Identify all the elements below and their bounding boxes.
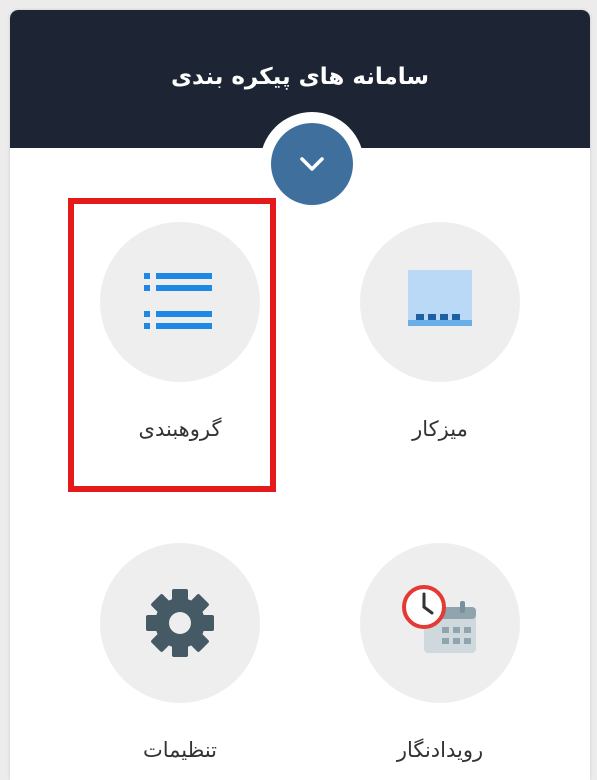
tile-grouping[interactable]: گروهبندی (80, 222, 280, 452)
tile-grouping-label: گروهبندی (138, 417, 222, 441)
tile-event-log-circle (360, 543, 520, 703)
tile-grouping-circle (100, 222, 260, 382)
chevron-down-icon (300, 157, 324, 171)
panel-title: سامانه های پیکره بندی (170, 64, 430, 90)
tile-desk-label: میزکار (412, 417, 468, 441)
gear-icon (146, 589, 214, 657)
tile-event-log[interactable]: رویدادنگار (340, 543, 540, 773)
tile-desk[interactable]: میزکار (340, 222, 540, 452)
tile-desk-circle (360, 222, 520, 382)
list-icon (144, 273, 212, 329)
calendar-clock-icon (402, 585, 476, 653)
desk-icon (408, 270, 472, 326)
tile-settings[interactable]: تنظیمات (80, 543, 280, 773)
tile-settings-label: تنظیمات (142, 738, 218, 762)
collapse-toggle-button[interactable] (271, 123, 353, 205)
tile-settings-circle (100, 543, 260, 703)
tile-event-log-label: رویدادنگار (396, 738, 484, 762)
configuration-panel: سامانه های پیکره بندی میزکار گروهبندی رو… (10, 10, 590, 780)
